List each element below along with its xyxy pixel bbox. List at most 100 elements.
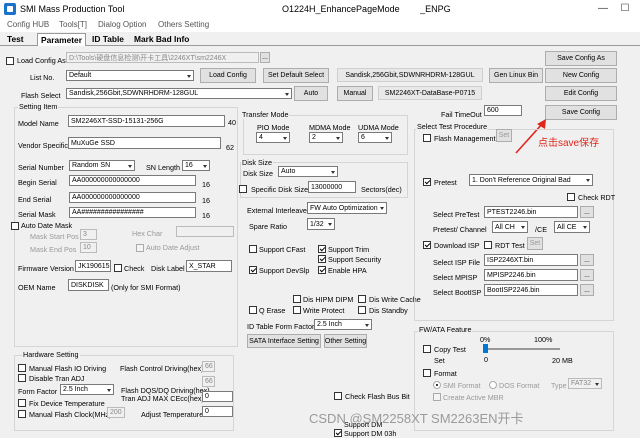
- firmware-version-input[interactable]: JK190615: [75, 260, 111, 272]
- browse-config-button[interactable]: ...: [260, 52, 270, 63]
- list-no-select[interactable]: Default: [66, 70, 194, 81]
- create-active-mbr-checkbox[interactable]: [433, 393, 441, 401]
- select-bootisp-input[interactable]: BootISP2246.bin: [484, 284, 578, 296]
- flash-clock-input[interactable]: 200: [107, 407, 125, 418]
- select-bootisp-browse-button[interactable]: ...: [580, 284, 594, 296]
- minimize-icon[interactable]: —: [596, 2, 610, 16]
- rdt-test-checkbox[interactable]: [484, 241, 492, 249]
- vendor-specific-label: Vendor Specific: [18, 141, 68, 150]
- flash-management-set-button[interactable]: Set: [496, 129, 512, 142]
- dis-hipm-dipm-checkbox[interactable]: [293, 295, 301, 303]
- adjust-temperature-input[interactable]: 0: [202, 406, 233, 417]
- rdt-set-button[interactable]: Set: [527, 237, 543, 250]
- dos-format-radio[interactable]: [489, 381, 497, 389]
- manual-button[interactable]: Manual: [337, 86, 373, 101]
- specific-disk-size-input[interactable]: 13000000: [308, 181, 356, 193]
- new-config-button[interactable]: New Config: [545, 68, 617, 83]
- save-config-as-button[interactable]: Save Config As: [545, 51, 617, 66]
- flash-select-combo[interactable]: Sandisk,256Gbit,SDWNRHDRM-128GUL: [66, 88, 292, 99]
- support-cfast-checkbox[interactable]: [249, 245, 257, 253]
- select-isp-browse-button[interactable]: ...: [580, 254, 594, 266]
- load-config-as-checkbox[interactable]: [6, 57, 14, 65]
- select-pretest-input[interactable]: PTEST2246.bin: [484, 206, 578, 218]
- serial-number-mode-select[interactable]: Random SN: [69, 160, 135, 171]
- menu-config-hub[interactable]: Config HUB: [7, 20, 49, 29]
- mdma-mode-select[interactable]: 2: [309, 132, 343, 143]
- maximize-icon[interactable]: ☐: [618, 2, 632, 16]
- specific-disk-size-checkbox[interactable]: [239, 185, 247, 193]
- check-firmware-checkbox[interactable]: [114, 264, 122, 272]
- tran-adj-max-input[interactable]: 0: [202, 391, 233, 402]
- select-pretest-browse-button[interactable]: ...: [580, 206, 594, 218]
- save-config-button[interactable]: Save Config: [545, 105, 617, 120]
- set-default-select-button[interactable]: Set Default Select: [263, 68, 329, 83]
- menu-tools[interactable]: Tools[T]: [59, 20, 87, 29]
- auto-button[interactable]: Auto: [294, 86, 328, 101]
- menu-others-setting[interactable]: Others Setting: [158, 20, 209, 29]
- mask-end-pos-input[interactable]: 10: [80, 242, 97, 253]
- ce-select[interactable]: All CE: [554, 221, 590, 233]
- disk-size-select[interactable]: Auto: [278, 166, 338, 177]
- fail-timeout-input[interactable]: 600: [484, 105, 522, 116]
- mask-start-pos-input[interactable]: 3: [80, 229, 97, 240]
- manual-flash-clock-checkbox[interactable]: [18, 410, 26, 418]
- manual-flash-io-driving-checkbox[interactable]: [18, 364, 26, 372]
- support-security-checkbox[interactable]: [318, 255, 326, 263]
- copy-test-slider-track[interactable]: [484, 348, 560, 350]
- disk-label-input[interactable]: X_STAR: [186, 260, 232, 272]
- pretest-select[interactable]: 1. Don't Reference Original Bad: [469, 174, 593, 186]
- pretest-channel-select[interactable]: All CH: [492, 221, 528, 233]
- dis-write-cache-checkbox[interactable]: [358, 295, 366, 303]
- download-isp-checkbox[interactable]: [423, 241, 431, 249]
- sata-interface-setting-button[interactable]: SATA Interface Setting: [247, 334, 321, 348]
- tab-test[interactable]: Test: [4, 33, 27, 46]
- pio-mode-select[interactable]: 4: [256, 132, 290, 143]
- udma-mode-select[interactable]: 6: [358, 132, 392, 143]
- flash-control-driving-input[interactable]: 66: [202, 361, 215, 372]
- dis-standby-checkbox[interactable]: [358, 306, 366, 314]
- check-flash-bus-bit-checkbox[interactable]: [334, 392, 342, 400]
- smi-format-radio[interactable]: [433, 381, 441, 389]
- support-dm-03h-checkbox[interactable]: [334, 429, 342, 437]
- flash-management-checkbox[interactable]: [423, 134, 431, 142]
- tab-parameter[interactable]: Parameter: [37, 33, 86, 46]
- copy-test-checkbox[interactable]: [423, 345, 431, 353]
- enable-hpa-checkbox[interactable]: [318, 266, 326, 274]
- select-mpisp-input[interactable]: MPISP2246.bin: [484, 269, 578, 281]
- select-mpisp-browse-button[interactable]: ...: [580, 269, 594, 281]
- copy-test-slider-thumb[interactable]: [483, 344, 488, 353]
- other-setting-button[interactable]: Other Setting: [324, 334, 367, 348]
- disable-tran-adj-checkbox[interactable]: [18, 374, 26, 382]
- id-table-form-factor-select[interactable]: 2.5 Inch: [314, 319, 372, 330]
- form-factor-select[interactable]: 2.5 Inch: [60, 384, 114, 395]
- gen-linux-bin-button[interactable]: Gen Linux Bin: [489, 68, 543, 83]
- vendor-specific-input[interactable]: MuXuGe SSD: [68, 137, 221, 149]
- support-devslp-checkbox[interactable]: [249, 266, 257, 274]
- spare-ratio-select[interactable]: 1/32: [307, 218, 335, 230]
- write-protect-checkbox[interactable]: [293, 306, 301, 314]
- external-interleave-select[interactable]: FW Auto Optimization: [307, 202, 387, 214]
- hex-char-input[interactable]: [176, 226, 234, 237]
- model-name-input[interactable]: SM2246XT-SSD-15131-256G: [68, 115, 225, 127]
- q-erase-checkbox[interactable]: [249, 306, 257, 314]
- fix-device-temperature-checkbox[interactable]: [18, 399, 26, 407]
- serial-mask-input[interactable]: AA################: [69, 207, 196, 218]
- type-select[interactable]: FAT32: [568, 378, 602, 389]
- edit-config-button[interactable]: Edit Config: [545, 86, 617, 101]
- tab-mark-bad-info[interactable]: Mark Bad Info: [131, 33, 192, 46]
- sn-length-select[interactable]: 16: [182, 160, 210, 171]
- end-serial-input[interactable]: AA000000000000000: [69, 192, 196, 203]
- auto-date-mask-checkbox[interactable]: [11, 222, 19, 230]
- begin-serial-input[interactable]: AA000000000000000: [69, 175, 196, 186]
- select-isp-input[interactable]: ISP2246XT.bin: [484, 254, 578, 266]
- format-checkbox[interactable]: [423, 369, 431, 377]
- tab-id-table[interactable]: ID Table: [89, 33, 127, 46]
- menu-dialog-option[interactable]: Dialog Option: [98, 20, 146, 29]
- pretest-checkbox[interactable]: [423, 178, 431, 186]
- support-trim-checkbox[interactable]: [318, 245, 326, 253]
- auto-date-adjust-checkbox[interactable]: [136, 244, 144, 252]
- config-path-field[interactable]: D:\Tools\硬盘信息检测\开卡工具\2246XT\sm2246X: [66, 52, 259, 63]
- check-rdt-checkbox[interactable]: [567, 193, 575, 201]
- oem-name-input[interactable]: DISKDISK: [68, 279, 109, 291]
- load-config-button[interactable]: Load Config: [200, 68, 256, 83]
